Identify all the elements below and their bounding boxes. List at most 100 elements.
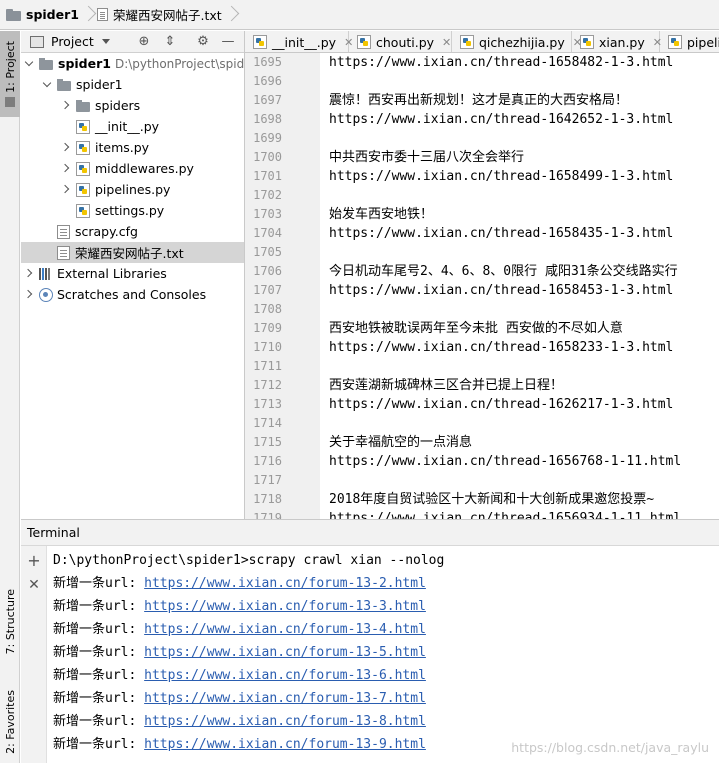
tree-item-scratches[interactable]: Scratches and Consoles bbox=[21, 284, 244, 305]
tab-init-py[interactable]: __init__.py ✕ bbox=[245, 31, 353, 52]
line-number: 1695 bbox=[253, 55, 282, 69]
chevron-right-icon[interactable] bbox=[62, 95, 74, 116]
chevron-down-icon[interactable] bbox=[43, 74, 55, 95]
chevron-right-icon[interactable] bbox=[62, 158, 74, 179]
line-number: 1715 bbox=[253, 435, 282, 449]
tab-label: chouti.py bbox=[376, 34, 435, 50]
tab-xian-py[interactable]: xian.py ✕ bbox=[572, 31, 662, 52]
terminal-line-prefix: 新增一条url: bbox=[53, 622, 145, 637]
tree-item-label: 荣耀西安网帖子.txt bbox=[75, 246, 184, 261]
locate-file-icon[interactable]: ⊕ bbox=[136, 34, 152, 50]
tab-label: xian.py bbox=[599, 34, 645, 50]
line-number: 1717 bbox=[253, 473, 282, 487]
editor-content[interactable]: https://www.ixian.cn/thread-1658482-1-3.… bbox=[320, 53, 719, 519]
chevron-down-icon[interactable] bbox=[25, 53, 37, 74]
project-view-selector[interactable]: Project bbox=[51, 34, 94, 49]
tree-item-pipelines[interactable]: pipelines.py bbox=[21, 179, 244, 200]
chevron-down-icon[interactable] bbox=[101, 39, 110, 44]
gear-icon[interactable]: ⚙ bbox=[195, 34, 211, 50]
python-file-icon bbox=[253, 35, 267, 49]
navigation-bar: spider1 荣耀西安网帖子.txt bbox=[0, 0, 719, 30]
tree-item-label: scrapy.cfg bbox=[75, 224, 138, 239]
plus-icon[interactable]: + bbox=[25, 552, 43, 570]
line-number: 1714 bbox=[253, 416, 282, 430]
line-number: 1719 bbox=[253, 511, 282, 519]
code-line: https://www.ixian.cn/thread-1658435-1-3.… bbox=[329, 226, 674, 241]
terminal-url-link[interactable]: https://www.ixian.cn/forum-13-2.html bbox=[144, 576, 426, 591]
tree-item-scrapy-cfg[interactable]: scrapy.cfg bbox=[21, 221, 244, 242]
chevron-right-icon[interactable] bbox=[62, 179, 74, 200]
tab-chouti-py[interactable]: chouti.py ✕ bbox=[349, 31, 452, 52]
code-line: https://www.ixian.cn/thread-1658482-1-3.… bbox=[329, 55, 674, 70]
line-number: 1705 bbox=[253, 245, 282, 259]
code-line: https://www.ixian.cn/thread-1642652-1-3.… bbox=[329, 112, 674, 127]
tree-item-root[interactable]: spider1 D:\pythonProject\spider1 bbox=[21, 53, 244, 74]
close-icon[interactable]: ✕ bbox=[442, 36, 451, 49]
structure-tool-tab[interactable]: 7: Structure bbox=[0, 581, 20, 663]
line-number: 1709 bbox=[253, 321, 282, 335]
tree-item-external-libraries[interactable]: External Libraries bbox=[21, 263, 244, 284]
hide-panel-icon[interactable]: — bbox=[220, 34, 236, 50]
scratches-icon bbox=[39, 287, 53, 302]
python-file-icon bbox=[580, 35, 594, 49]
terminal-line: 新增一条url: https://www.ixian.cn/forum-13-8… bbox=[53, 710, 426, 733]
project-tool-tab[interactable]: 1: Project bbox=[0, 31, 20, 117]
tree-item-label: spider1 bbox=[58, 56, 111, 71]
tab-qichezhijia-py[interactable]: qichezhijia.py ✕ bbox=[452, 31, 582, 52]
code-line: 西安地铁被耽误两年至今未批 西安做的不尽如人意 bbox=[329, 321, 623, 336]
chevron-right-icon[interactable] bbox=[25, 284, 37, 305]
line-number: 1711 bbox=[253, 359, 282, 373]
terminal-url-link[interactable]: https://www.ixian.cn/forum-13-7.html bbox=[144, 691, 426, 706]
terminal-line: 新增一条url: https://www.ixian.cn/forum-13-7… bbox=[53, 687, 426, 710]
terminal-url-link[interactable]: https://www.ixian.cn/forum-13-9.html bbox=[144, 737, 426, 752]
code-line: https://www.ixian.cn/thread-1656934-1-11… bbox=[329, 511, 682, 519]
terminal-url-link[interactable]: https://www.ixian.cn/forum-13-6.html bbox=[144, 668, 426, 683]
terminal-url-link[interactable]: https://www.ixian.cn/forum-13-5.html bbox=[144, 645, 426, 660]
python-file-icon bbox=[76, 140, 90, 155]
favorites-tool-tab-label: 2: Favorites bbox=[3, 690, 17, 754]
terminal-title[interactable]: Terminal bbox=[27, 525, 80, 540]
line-number: 1712 bbox=[253, 378, 282, 392]
breadcrumb-file[interactable]: 荣耀西安网帖子.txt bbox=[93, 0, 226, 30]
library-icon bbox=[39, 267, 53, 280]
code-line: 2018年度自贸试验区十大新闻和十大创新成果邀您投票~ bbox=[329, 492, 655, 507]
tree-item-init[interactable]: __init__.py bbox=[21, 116, 244, 137]
code-line: 震惊！西安再出新规划！这才是真正的大西安格局！ bbox=[329, 93, 629, 108]
python-file-icon bbox=[357, 35, 371, 49]
breadcrumb-project[interactable]: spider1 bbox=[0, 0, 83, 30]
terminal-url-link[interactable]: https://www.ixian.cn/forum-13-3.html bbox=[144, 599, 426, 614]
code-line: 关于幸福航空的一点消息 bbox=[329, 435, 473, 450]
line-number: 1718 bbox=[253, 492, 282, 506]
tab-pipelines-py[interactable]: pipelines.py bbox=[660, 31, 719, 52]
close-icon[interactable]: ✕ bbox=[25, 576, 43, 594]
chevron-right-icon[interactable] bbox=[25, 263, 37, 284]
line-number: 1699 bbox=[253, 131, 282, 145]
tree-item-label: middlewares.py bbox=[95, 161, 194, 176]
tree-item-package[interactable]: spider1 bbox=[21, 74, 244, 95]
line-number: 1710 bbox=[253, 340, 282, 354]
code-line: 今日机动车尾号2、4、6、8、0限行 咸阳31条公交线路实行 bbox=[329, 264, 678, 279]
tree-item-settings[interactable]: settings.py bbox=[21, 200, 244, 221]
code-line: https://www.ixian.cn/thread-1626217-1-3.… bbox=[329, 397, 674, 412]
terminal-url-link[interactable]: https://www.ixian.cn/forum-13-4.html bbox=[144, 622, 426, 637]
chevron-right-icon[interactable] bbox=[62, 137, 74, 158]
editor-tab-bar: __init__.py ✕ chouti.py ✕ qichezhijia.py… bbox=[245, 31, 719, 53]
line-number-gutter: 1695 1696 1697 1698 1699 1700 1701 1702 1703 1704… bbox=[245, 53, 320, 519]
python-file-icon bbox=[76, 119, 90, 134]
favorites-tool-tab[interactable]: 2: Favorites bbox=[0, 681, 20, 763]
code-line: https://www.ixian.cn/thread-1658453-1-3.… bbox=[329, 283, 674, 298]
python-file-icon bbox=[76, 203, 90, 218]
text-file-icon bbox=[96, 8, 108, 21]
breadcrumb-separator bbox=[226, 0, 236, 30]
terminal-output[interactable]: D:\pythonProject\spider1>scrapy crawl xi… bbox=[47, 546, 719, 763]
tree-item-items[interactable]: items.py bbox=[21, 137, 244, 158]
terminal-line-prefix: 新增一条url: bbox=[53, 737, 145, 752]
python-file-icon bbox=[460, 35, 474, 49]
tree-item-spiders[interactable]: spiders bbox=[21, 95, 244, 116]
tree-item-middlewares[interactable]: middlewares.py bbox=[21, 158, 244, 179]
terminal-url-link[interactable]: https://www.ixian.cn/forum-13-8.html bbox=[144, 714, 426, 729]
code-line: https://www.ixian.cn/thread-1658233-1-3.… bbox=[329, 340, 674, 355]
tree-item-txt-file[interactable]: 荣耀西安网帖子.txt bbox=[21, 242, 244, 263]
code-line: 始发车西安地铁！ bbox=[329, 207, 434, 222]
collapse-all-icon[interactable]: ⇕ bbox=[162, 34, 178, 50]
